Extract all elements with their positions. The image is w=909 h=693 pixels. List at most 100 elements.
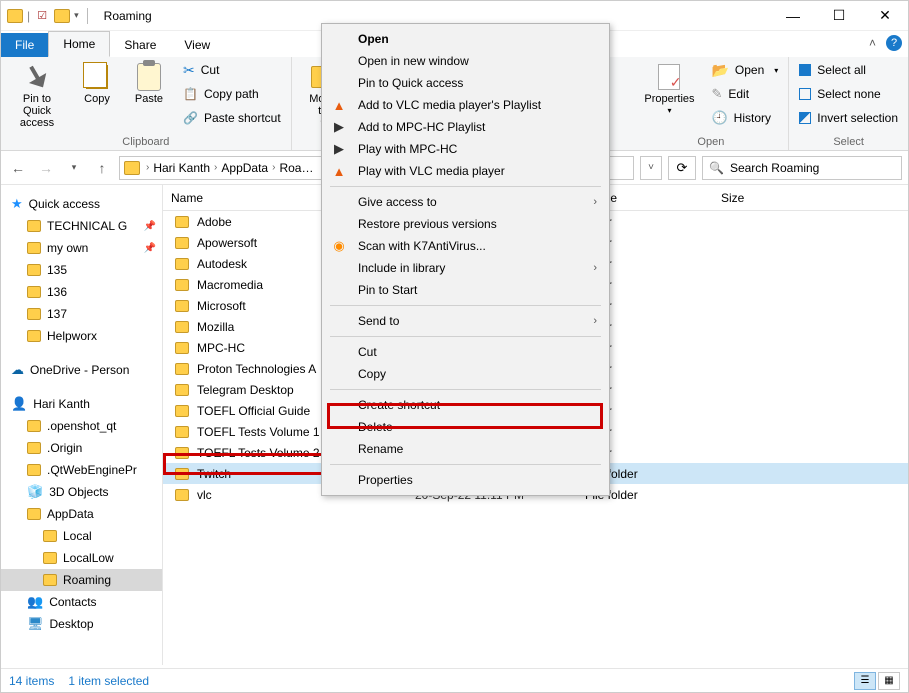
folder-icon xyxy=(175,279,189,291)
cut-icon xyxy=(183,62,195,79)
ctx-play-vlc[interactable]: ▲Play with VLC media player xyxy=(322,160,609,182)
help-icon[interactable]: ? xyxy=(886,35,902,51)
ctx-rename[interactable]: Rename xyxy=(322,438,609,460)
qat-dropdown-icon[interactable]: ▾ xyxy=(74,10,79,21)
invert-selection-button[interactable]: Invert selection xyxy=(795,107,902,129)
folder-icon xyxy=(175,342,189,354)
ctx-delete[interactable]: Delete xyxy=(322,416,609,438)
shield-icon: ◉ xyxy=(330,238,348,254)
separator xyxy=(330,336,601,337)
ctx-vlc-playlist[interactable]: ▲Add to VLC media player's Playlist xyxy=(322,94,609,116)
ctx-open-new-window[interactable]: Open in new window xyxy=(322,50,609,72)
tree-item[interactable]: 👥Contacts xyxy=(1,591,162,613)
chevron-right-icon[interactable]: › xyxy=(146,162,149,173)
folder-icon xyxy=(175,363,189,375)
edit-button[interactable]: Edit xyxy=(707,83,782,105)
separator xyxy=(330,305,601,306)
open-button[interactable]: Open▾ xyxy=(707,59,782,81)
tree-item[interactable]: 135 xyxy=(1,259,162,281)
ctx-send-to[interactable]: Send to› xyxy=(322,310,609,332)
status-bar: 14 items 1 item selected ☰ ▦ xyxy=(1,668,908,692)
ctx-open[interactable]: Open xyxy=(322,28,609,50)
tree-user[interactable]: 👤Hari Kanth xyxy=(1,393,162,415)
tab-view[interactable]: View xyxy=(170,33,224,57)
ctx-give-access[interactable]: Give access to› xyxy=(322,191,609,213)
folder-icon xyxy=(175,216,189,228)
select-all-icon xyxy=(799,64,811,76)
tree-item[interactable]: .openshot_qt xyxy=(1,415,162,437)
tree-item[interactable]: 🖥Desktop xyxy=(1,613,162,635)
folder-icon xyxy=(175,426,189,438)
ctx-properties[interactable]: Properties xyxy=(322,469,609,491)
tree-item[interactable]: 136 xyxy=(1,281,162,303)
tree-item[interactable]: Helpworx xyxy=(1,325,162,347)
col-size[interactable]: Size xyxy=(713,191,793,205)
search-input[interactable]: Search Roaming xyxy=(702,156,902,180)
star-icon: ★ xyxy=(11,196,23,212)
ctx-pin-start[interactable]: Pin to Start xyxy=(322,279,609,301)
breadcrumb-item[interactable]: AppData xyxy=(219,161,270,175)
tab-file[interactable]: File xyxy=(1,33,48,57)
user-icon: 👤 xyxy=(11,396,27,412)
recent-locations-button[interactable]: ▾ xyxy=(63,157,85,179)
ctx-mpc-playlist[interactable]: ▶Add to MPC-HC Playlist xyxy=(322,116,609,138)
ctx-cut[interactable]: Cut xyxy=(322,341,609,363)
tree-item[interactable]: .Origin xyxy=(1,437,162,459)
status-selected-count: 1 item selected xyxy=(68,674,149,688)
thumbnails-view-button[interactable]: ▦ xyxy=(878,672,900,690)
chevron-right-icon: › xyxy=(593,196,597,208)
chevron-right-icon: › xyxy=(593,262,597,274)
ctx-copy[interactable]: Copy xyxy=(322,363,609,385)
tree-item[interactable]: 137 xyxy=(1,303,162,325)
tree-item[interactable]: 🧊3D Objects xyxy=(1,481,162,503)
tree-quick-access[interactable]: ★Quick access xyxy=(1,193,162,215)
back-button[interactable]: ← xyxy=(7,157,29,179)
tree-item-roaming[interactable]: Roaming xyxy=(1,569,162,591)
pin-to-quick-access-button[interactable]: Pin to Quick access xyxy=(7,59,67,133)
pin-icon: 📌 xyxy=(144,243,156,254)
separator xyxy=(330,464,601,465)
paste-shortcut-button[interactable]: Paste shortcut xyxy=(179,107,285,129)
tree-item[interactable]: Local xyxy=(1,525,162,547)
copy-path-button[interactable]: Copy path xyxy=(179,83,285,105)
tab-home[interactable]: Home xyxy=(48,31,110,57)
forward-button[interactable]: → xyxy=(35,157,57,179)
tree-item[interactable]: my own📌 xyxy=(1,237,162,259)
ctx-pin-quick-access[interactable]: Pin to Quick access xyxy=(322,72,609,94)
select-all-button[interactable]: Select all xyxy=(795,59,902,81)
minimize-button[interactable]: — xyxy=(770,1,816,31)
ctx-restore-versions[interactable]: Restore previous versions xyxy=(322,213,609,235)
contacts-icon: 👥 xyxy=(27,594,43,610)
copy-button[interactable]: Copy xyxy=(75,59,119,109)
history-button[interactable]: History xyxy=(707,107,782,129)
tree-item[interactable]: .QtWebEnginePr xyxy=(1,459,162,481)
tree-onedrive[interactable]: ☁OneDrive - Person xyxy=(1,359,162,381)
properties-button[interactable]: Properties ▾ xyxy=(639,59,699,120)
cut-button[interactable]: Cut xyxy=(179,59,285,81)
ribbon-collapse-icon[interactable]: ˄ xyxy=(869,36,876,50)
tree-item[interactable]: LocalLow xyxy=(1,547,162,569)
tree-item[interactable]: AppData xyxy=(1,503,162,525)
chevron-right-icon[interactable]: › xyxy=(214,162,217,173)
refresh-button[interactable]: ⟳ xyxy=(668,156,696,180)
breadcrumb-item[interactable]: Hari Kanth xyxy=(151,161,212,175)
breadcrumb-dropdown[interactable]: ˅ xyxy=(640,156,662,180)
cube-icon: 🧊 xyxy=(27,484,43,500)
paste-button[interactable]: Paste xyxy=(127,59,171,109)
select-none-button[interactable]: Select none xyxy=(795,83,902,105)
breadcrumb-item[interactable]: Roa… xyxy=(277,161,315,175)
close-button[interactable]: ✕ xyxy=(862,1,908,31)
chevron-right-icon[interactable]: › xyxy=(272,162,275,173)
qat-check-icon[interactable]: ☑ xyxy=(34,8,50,24)
navigation-tree[interactable]: ★Quick access TECHNICAL G📌 my own📌 135 1… xyxy=(1,185,163,665)
ctx-create-shortcut[interactable]: Create shortcut xyxy=(322,394,609,416)
details-view-button[interactable]: ☰ xyxy=(854,672,876,690)
tree-item[interactable]: TECHNICAL G📌 xyxy=(1,215,162,237)
up-button[interactable]: ↑ xyxy=(91,157,113,179)
ctx-include-library[interactable]: Include in library› xyxy=(322,257,609,279)
folder-icon xyxy=(27,220,41,232)
ctx-play-mpc[interactable]: ▶Play with MPC-HC xyxy=(322,138,609,160)
ctx-scan-k7[interactable]: ◉Scan with K7AntiVirus... xyxy=(322,235,609,257)
maximize-button[interactable]: ☐ xyxy=(816,1,862,31)
tab-share[interactable]: Share xyxy=(110,33,170,57)
